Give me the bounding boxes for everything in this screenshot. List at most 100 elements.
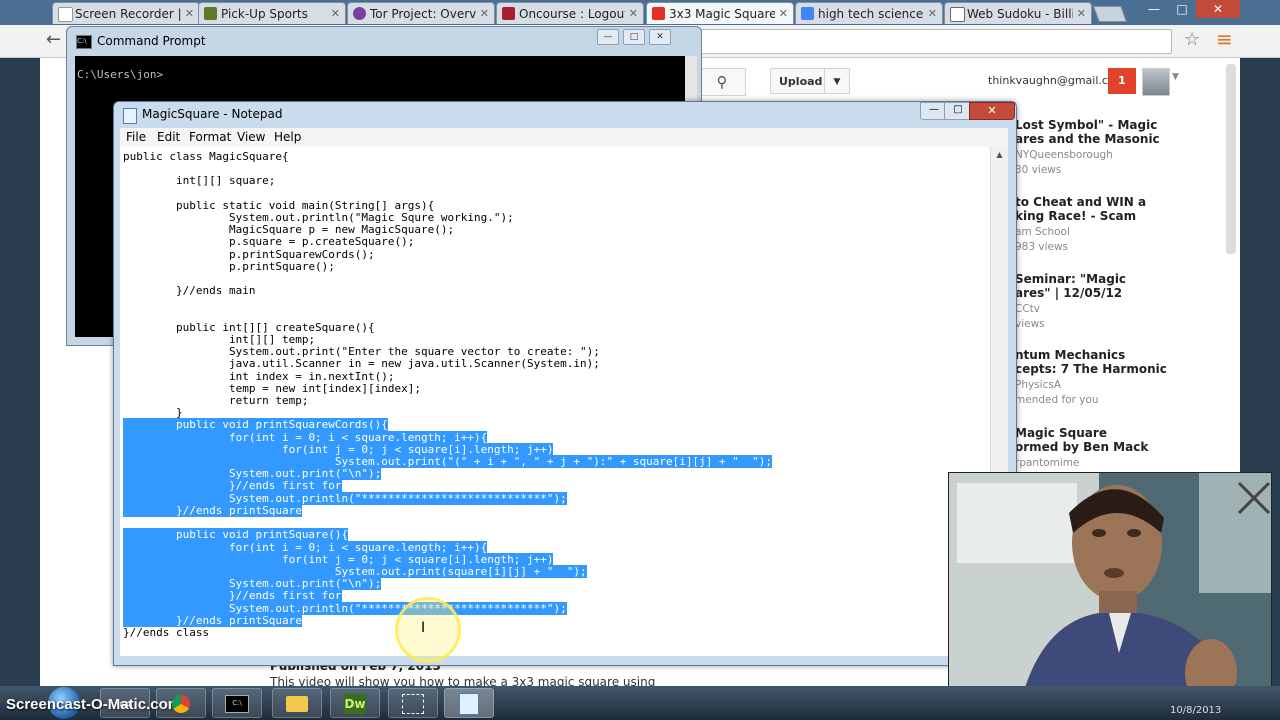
taskbar-app-button[interactable] — [272, 688, 322, 718]
back-arrow-icon[interactable]: ← — [46, 29, 61, 50]
video-meta: rpantomime — [1015, 457, 1080, 469]
tab-close-icon[interactable]: ✕ — [331, 3, 340, 24]
tab-close-icon[interactable]: ✕ — [779, 3, 788, 24]
window-title: Command Prompt — [97, 34, 206, 48]
tab-close-icon[interactable]: ✕ — [629, 3, 638, 24]
browser-tab-strip: Screen Recorder | Sc ✕ Pick-Up Sports ✕ … — [0, 0, 1280, 25]
window-title: MagicSquare - Notepad — [142, 107, 283, 121]
browser-tab[interactable]: Pick-Up Sports ✕ — [198, 2, 346, 24]
tab-title: 3x3 Magic Square - — [669, 7, 775, 21]
taskbar-clock[interactable]: 10/8/2013 — [1170, 705, 1221, 716]
google-g-icon — [801, 7, 814, 20]
maximize-icon[interactable]: □ — [944, 102, 972, 120]
account-email[interactable]: thinkvaughn@gmail.com — [988, 74, 1125, 87]
youtube-play-icon — [652, 7, 665, 20]
search-button[interactable]: ⚲ — [698, 68, 746, 96]
notepad-icon — [459, 692, 479, 715]
taskbar-app-button[interactable] — [388, 688, 438, 718]
cmd-icon: C:\ — [76, 35, 92, 49]
chrome-icon — [172, 694, 190, 713]
page-scrollbar[interactable] — [1226, 64, 1236, 254]
recommended-video[interactable]: ntum Mechanics cepts: 7 The Harmonic Phy… — [1015, 348, 1195, 408]
search-icon: ⚲ — [716, 73, 728, 91]
video-title[interactable]: Magic Square ormed by Ben Mack — [1015, 426, 1195, 454]
console-prompt: C:\Users\jon> — [77, 68, 164, 81]
sports-favicon-icon — [204, 7, 217, 20]
selected-code-text: public void printSquarewCords(){ for(int… — [123, 418, 773, 627]
snipping-tool-icon — [402, 693, 424, 714]
menu-view[interactable]: View — [237, 130, 265, 144]
browser-tab[interactable]: Web Sudoku - Billio ✕ — [944, 2, 1092, 24]
tab-close-icon[interactable]: ✕ — [1077, 3, 1086, 24]
video-meta: NYQueensborough 30 views — [1015, 149, 1113, 176]
video-title[interactable]: Seminar: "Magic ares" | 12/05/12 — [1015, 272, 1195, 300]
avatar[interactable] — [1142, 68, 1170, 96]
menu-help[interactable]: Help — [274, 130, 301, 144]
close-icon[interactable]: ✕ — [969, 102, 1015, 120]
taskbar-app-button-active[interactable] — [444, 688, 494, 718]
webcam-image — [949, 473, 1271, 709]
browser-tab[interactable]: high tech science - ✕ — [795, 2, 943, 24]
browser-tab[interactable]: Oncourse : Logout ✕ — [496, 2, 644, 24]
menu-file[interactable]: File — [126, 130, 146, 144]
upload-label: Upload — [779, 75, 823, 88]
taskbar-app-button[interactable]: C:\ — [212, 688, 262, 718]
tab-close-icon[interactable]: ✕ — [480, 3, 489, 24]
video-meta: PhysicsA mended for you — [1015, 379, 1099, 406]
recommended-video[interactable]: to Cheat and WIN a king Race! - Scam am … — [1015, 195, 1195, 255]
minimize-icon[interactable]: — — [1140, 0, 1168, 18]
tab-title: high tech science - — [818, 7, 924, 21]
new-tab-button[interactable] — [1093, 6, 1127, 22]
chevron-down-icon[interactable]: ▼ — [824, 69, 849, 93]
menu-bar: File Edit Format View Help — [120, 128, 1008, 147]
video-title[interactable]: ntum Mechanics cepts: 7 The Harmonic — [1015, 348, 1195, 376]
notepad-window[interactable]: MagicSquare - Notepad — □ ✕ File Edit Fo… — [113, 101, 1017, 666]
screencast-favicon-icon — [58, 7, 73, 22]
menu-format[interactable]: Format — [189, 130, 231, 144]
tab-title: Tor Project: Overvie — [370, 7, 476, 21]
chevron-down-icon[interactable]: ▼ — [1172, 72, 1179, 82]
windows-taskbar: Screencast-O-Matic.com ▭ C:\ Dw 10/8/201… — [0, 686, 1280, 720]
close-icon[interactable]: ✕ — [1196, 0, 1240, 18]
text-cursor-icon: I — [421, 620, 426, 636]
text-editor[interactable]: public class MagicSquare{ int[][] square… — [120, 147, 990, 656]
webcam-overlay — [948, 472, 1272, 710]
browser-tab[interactable]: Screen Recorder | Sc ✕ — [52, 2, 200, 24]
maximize-icon[interactable]: □ — [1168, 0, 1196, 18]
tab-title: Oncourse : Logout — [519, 7, 625, 21]
code-text-end: }//ends class — [123, 625, 210, 639]
video-title[interactable]: to Cheat and WIN a king Race! - Scam — [1015, 195, 1195, 223]
video-meta: CCtv views — [1015, 303, 1045, 330]
menu-icon[interactable]: ≡ — [1216, 27, 1233, 51]
menu-edit[interactable]: Edit — [157, 130, 180, 144]
tor-onion-icon — [353, 7, 366, 20]
browser-tab[interactable]: Tor Project: Overvie ✕ — [347, 2, 495, 24]
browser-tab-active[interactable]: 3x3 Magic Square - ✕ — [646, 2, 794, 24]
bookmark-star-icon[interactable]: ☆ — [1184, 29, 1200, 50]
tab-close-icon[interactable]: ✕ — [185, 3, 194, 24]
code-text: public class MagicSquare{ int[][] square… — [123, 150, 600, 420]
minimize-icon[interactable]: — — [597, 29, 619, 45]
notification-badge[interactable]: 1 — [1108, 68, 1136, 94]
video-meta: am School 983 views — [1015, 226, 1070, 253]
cmd-icon: C:\ — [225, 694, 249, 713]
taskbar-app-button[interactable]: ▭ — [100, 688, 150, 718]
recommended-video[interactable]: Magic Square ormed by Ben Mack rpantomim… — [1015, 426, 1195, 471]
maximize-icon[interactable]: □ — [623, 29, 645, 45]
tab-title: Pick-Up Sports — [221, 7, 308, 21]
cursor-highlight — [395, 597, 461, 663]
folder-icon — [286, 695, 308, 712]
upload-button[interactable]: Upload ▼ — [770, 68, 850, 94]
taskbar-app-button[interactable] — [156, 688, 206, 718]
sudoku-grid-icon — [950, 7, 965, 22]
close-icon[interactable]: ✕ — [649, 29, 671, 45]
scroll-up-icon[interactable]: ▲ — [991, 147, 1008, 163]
taskbar-app-button[interactable]: Dw — [330, 688, 380, 718]
tab-title: Web Sudoku - Billio — [967, 7, 1073, 21]
tab-close-icon[interactable]: ✕ — [928, 3, 937, 24]
video-title[interactable]: Lost Symbol" - Magic ares and the Masoni… — [1015, 118, 1195, 146]
tab-title: Screen Recorder | Sc — [75, 7, 181, 21]
recommended-video[interactable]: Lost Symbol" - Magic ares and the Masoni… — [1015, 118, 1195, 178]
recorder-watermark: Screencast-O-Matic.com — [6, 696, 182, 713]
recommended-video[interactable]: Seminar: "Magic ares" | 12/05/12 CCtv vi… — [1015, 272, 1195, 332]
